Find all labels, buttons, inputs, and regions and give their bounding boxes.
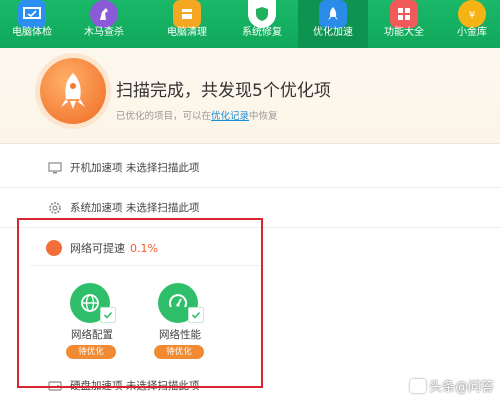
tool-system-repair[interactable]: 系统修复 [230, 0, 294, 48]
optimize-history-link[interactable]: 优化记录 [211, 111, 249, 122]
tool-label: 优化加速 [313, 27, 353, 38]
rocket-icon [40, 58, 106, 124]
gear-icon [48, 200, 62, 214]
tool-small-vault[interactable]: ¥ 小金库 [440, 0, 500, 48]
monitor-icon [48, 160, 62, 174]
watermark: 头条@问答 [409, 376, 494, 395]
system-item-label: 系统加速项 未选择扫描此项 [70, 202, 200, 214]
tool-pc-checkup[interactable]: 电脑体检 [0, 0, 64, 48]
tool-optimize-speed[interactable]: 优化加速 [298, 0, 368, 48]
tool-label: 电脑体检 [12, 27, 52, 38]
subtitle-suffix: 中恢复 [249, 111, 278, 122]
watermark-logo-icon [409, 378, 426, 393]
svg-text:¥: ¥ [469, 10, 475, 21]
highlight-annotation-box [17, 218, 263, 388]
watermark-text: 头条@问答 [428, 380, 494, 395]
tool-label: 木马查杀 [84, 27, 124, 38]
tool-trojan-scan[interactable]: 木马查杀 [72, 0, 136, 48]
list-item-startup[interactable]: 开机加速项 未选择扫描此项 [0, 148, 500, 188]
header-subtitle: 已优化的项目，可以在优化记录中恢复 [116, 108, 278, 122]
subtitle-prefix: 已优化的项目，可以在 [116, 111, 212, 122]
startup-item-label: 开机加速项 未选择扫描此项 [70, 162, 200, 174]
scan-result-header: 扫描完成，共发现5个优化项 已优化的项目，可以在优化记录中恢复 [0, 48, 500, 144]
tool-label: 电脑清理 [167, 27, 207, 38]
tool-pc-cleanup[interactable]: 电脑清理 [155, 0, 219, 48]
tool-label: 功能大全 [384, 27, 424, 38]
page-title: 扫描完成，共发现5个优化项 [116, 81, 331, 101]
tool-label: 系统修复 [242, 27, 282, 38]
main-toolbar: 电脑体检 木马查杀 电脑清理 系统修复 优化加速 功能大全 ¥ 小金库 [0, 0, 500, 48]
tool-label: 小金库 [457, 27, 487, 38]
tool-all-features[interactable]: 功能大全 [372, 0, 436, 48]
